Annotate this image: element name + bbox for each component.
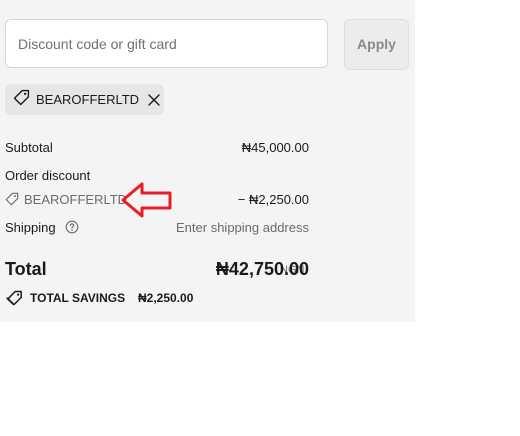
help-icon[interactable] — [65, 220, 79, 239]
subtotal-value: ₦45,000.00 — [241, 140, 309, 155]
total-label: Total — [5, 259, 47, 279]
total-savings-label: TOTAL SAVINGS — [30, 291, 126, 305]
remove-discount-icon[interactable] — [148, 93, 160, 106]
annotation-arrow-icon — [120, 180, 174, 225]
shipping-value: Enter shipping address — [176, 220, 309, 235]
applied-discount-chip: BEAROFFERLTD — [5, 84, 164, 115]
apply-button[interactable]: Apply — [344, 19, 409, 70]
total-value: ₦42,750.00 — [215, 259, 309, 279]
tag-icon — [13, 89, 30, 111]
total-savings-value: ₦2,250.00 — [138, 291, 194, 305]
subtotal-label: Subtotal — [5, 140, 53, 155]
applied-discount-code: BEAROFFERLTD — [36, 92, 140, 107]
order-discount-code: BEAROFFERLTD — [24, 192, 128, 207]
savings-tag-icon — [6, 290, 23, 311]
order-discount-value: − ₦2,250.00 — [237, 192, 309, 207]
order-discount-label: Order discount — [5, 168, 91, 183]
shipping-label: Shipping — [5, 220, 56, 235]
tag-icon — [5, 192, 19, 211]
discount-code-input[interactable] — [5, 19, 328, 68]
order-summary-panel: Apply BEAROFFERLTD Subtotal ₦45,000.00 O… — [0, 0, 415, 322]
